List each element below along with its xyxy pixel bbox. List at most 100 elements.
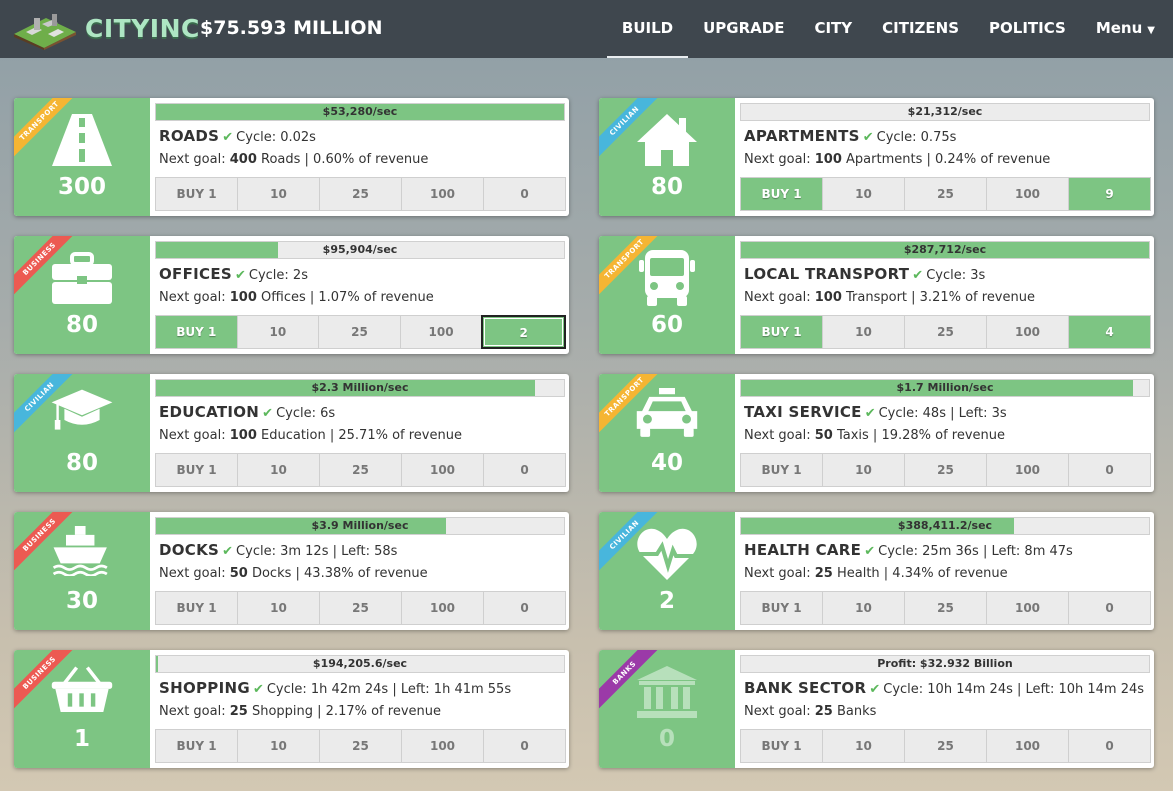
buy-button-group: BUY 1 10 25 100 0 xyxy=(155,591,566,625)
buy-100-button[interactable]: 100 xyxy=(399,315,483,349)
goal-prefix: Next goal: xyxy=(744,428,811,443)
buy-max-button[interactable]: 0 xyxy=(483,729,566,763)
cycle-text: Cycle: 3s xyxy=(926,268,986,283)
buy-max-button[interactable]: 0 xyxy=(483,591,566,625)
buy-100-button[interactable]: 100 xyxy=(401,177,484,211)
buy-25-button[interactable]: 25 xyxy=(904,729,987,763)
goal-prefix: Next goal: xyxy=(744,566,811,581)
buy-1-button[interactable]: BUY 1 xyxy=(155,591,238,625)
building-side-panel[interactable]: CIVILIAN 80 xyxy=(599,98,735,216)
tab-upgrade[interactable]: UPGRADE xyxy=(688,0,799,58)
tab-menu[interactable]: Menu ▼ xyxy=(1081,0,1173,58)
tab-citizens[interactable]: CITIZENS xyxy=(867,0,974,58)
tab-build[interactable]: BUILD xyxy=(606,0,689,58)
goal-number: 100 xyxy=(814,152,842,167)
buy-25-button[interactable]: 25 xyxy=(904,177,987,211)
building-side-panel[interactable]: BUSINESS 30 xyxy=(14,512,150,630)
buy-10-button[interactable]: 10 xyxy=(822,177,905,211)
buy-25-button[interactable]: 25 xyxy=(904,315,987,349)
bank-icon xyxy=(635,664,699,720)
buy-1-button[interactable]: BUY 1 xyxy=(740,177,823,211)
goal-row: Next goal: 100 Education | 25.71% of rev… xyxy=(159,428,462,443)
buy-10-button[interactable]: 10 xyxy=(822,591,905,625)
buy-max-button[interactable]: 0 xyxy=(1068,729,1151,763)
buy-max-button[interactable]: 0 xyxy=(483,177,566,211)
house-icon xyxy=(635,112,699,168)
buy-max-button[interactable]: 0 xyxy=(1068,591,1151,625)
buy-10-button[interactable]: 10 xyxy=(237,453,320,487)
buy-1-button[interactable]: BUY 1 xyxy=(740,729,823,763)
building-side-panel[interactable]: TRANSPORT 300 xyxy=(14,98,150,216)
buy-1-button[interactable]: BUY 1 xyxy=(740,591,823,625)
buy-100-button[interactable]: 100 xyxy=(986,315,1069,349)
goal-row: Next goal: 50 Docks | 43.38% of revenue xyxy=(159,566,428,581)
check-icon: ✔ xyxy=(252,682,264,697)
building-count: 0 xyxy=(658,726,675,752)
building-side-panel[interactable]: CIVILIAN 2 xyxy=(599,512,735,630)
goal-row: Next goal: 50 Taxis | 19.28% of revenue xyxy=(744,428,1005,443)
building-side-panel[interactable]: BUSINESS 1 xyxy=(14,650,150,768)
title-row: SHOPPING ✔ Cycle: 1h 42m 24s | Left: 1h 41… xyxy=(159,679,511,697)
buy-10-button[interactable]: 10 xyxy=(822,315,905,349)
heartbeat-icon xyxy=(635,526,699,582)
buy-max-button[interactable]: 4 xyxy=(1068,315,1151,349)
buy-100-button[interactable]: 100 xyxy=(986,591,1069,625)
buy-100-button[interactable]: 100 xyxy=(986,729,1069,763)
road-icon xyxy=(50,112,114,168)
city-logo-icon[interactable] xyxy=(12,10,78,50)
tab-politics[interactable]: POLITICS xyxy=(974,0,1081,58)
goal-text: Shopping | 2.17% of revenue xyxy=(251,704,441,719)
tab-city[interactable]: CITY xyxy=(799,0,867,58)
buy-25-button[interactable]: 25 xyxy=(319,591,402,625)
building-side-panel[interactable]: TRANSPORT 40 xyxy=(599,374,735,492)
buy-100-button[interactable]: 100 xyxy=(401,591,484,625)
goal-number: 25 xyxy=(814,704,833,719)
check-icon: ✔ xyxy=(912,268,924,283)
buy-25-button[interactable]: 25 xyxy=(319,177,402,211)
buy-100-button[interactable]: 100 xyxy=(401,729,484,763)
buy-100-button[interactable]: 100 xyxy=(986,177,1069,211)
building-name: TAXI SERVICE xyxy=(744,403,862,421)
buy-25-button[interactable]: 25 xyxy=(904,591,987,625)
buy-10-button[interactable]: 10 xyxy=(237,177,320,211)
buy-100-button[interactable]: 100 xyxy=(986,453,1069,487)
buy-25-button[interactable]: 25 xyxy=(319,729,402,763)
goal-number: 25 xyxy=(229,704,248,719)
cycle-text: Cycle: 0.75s xyxy=(876,130,957,145)
menu-label: Menu xyxy=(1095,19,1143,37)
buy-max-button[interactable]: 2 xyxy=(481,315,566,349)
buy-10-button[interactable]: 10 xyxy=(237,591,320,625)
buy-25-button[interactable]: 25 xyxy=(319,453,402,487)
buy-1-button[interactable]: BUY 1 xyxy=(155,177,238,211)
building-side-panel[interactable]: CIVILIAN 80 xyxy=(14,374,150,492)
buy-1-button[interactable]: BUY 1 xyxy=(155,315,238,349)
goal-row: Next goal: 25 Banks xyxy=(744,704,876,719)
building-details: $2.3 Million/sec EDUCATION ✔ Cycle: 6s Nex… xyxy=(155,379,566,489)
building-card-local-transport: TRANSPORT 60 $287,712/sec LOCAL TRANSPOR… xyxy=(599,236,1154,354)
building-details: $287,712/sec LOCAL TRANSPORT ✔ Cycle: 3s N… xyxy=(740,241,1151,351)
buy-10-button[interactable]: 10 xyxy=(822,729,905,763)
building-side-panel[interactable]: BUSINESS 80 xyxy=(14,236,150,354)
buy-25-button[interactable]: 25 xyxy=(904,453,987,487)
brand-title: CITYINC xyxy=(85,14,200,43)
buy-max-button[interactable]: 9 xyxy=(1068,177,1151,211)
building-side-panel[interactable]: TRANSPORT 60 xyxy=(599,236,735,354)
buy-1-button[interactable]: BUY 1 xyxy=(155,453,238,487)
buy-10-button[interactable]: 10 xyxy=(236,315,320,349)
buy-1-button[interactable]: BUY 1 xyxy=(155,729,238,763)
goal-text: Docks | 43.38% of revenue xyxy=(251,566,428,581)
buy-1-button[interactable]: BUY 1 xyxy=(740,453,823,487)
buy-10-button[interactable]: 10 xyxy=(822,453,905,487)
building-card-offices: BUSINESS 80 $95,904/sec OFFICES ✔ Cycle: 2… xyxy=(14,236,569,354)
buy-10-button[interactable]: 10 xyxy=(237,729,320,763)
buy-max-button[interactable]: 0 xyxy=(1068,453,1151,487)
buy-25-button[interactable]: 25 xyxy=(318,315,401,349)
buy-max-button[interactable]: 0 xyxy=(483,453,566,487)
buy-100-button[interactable]: 100 xyxy=(401,453,484,487)
building-side-panel[interactable]: BANKS 0 xyxy=(599,650,735,768)
building-name: BANK SECTOR xyxy=(744,679,867,697)
goal-text: Transport | 3.21% of revenue xyxy=(846,290,1035,305)
buy-1-button[interactable]: BUY 1 xyxy=(740,315,823,349)
income-text: $53,280/sec xyxy=(322,105,398,118)
building-count: 80 xyxy=(65,450,98,476)
